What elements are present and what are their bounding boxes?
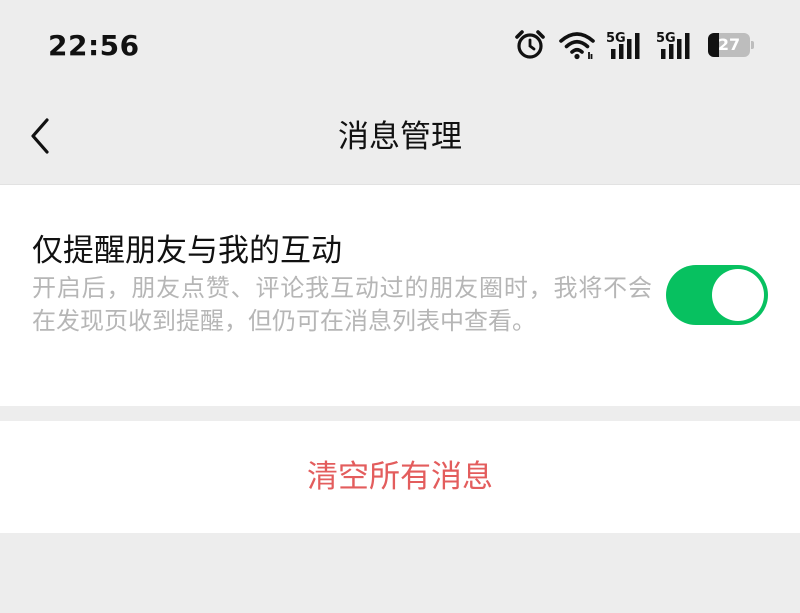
5g-label: 5G	[606, 31, 626, 46]
battery-icon: 27	[708, 33, 754, 57]
setting-title: 仅提醒朋友与我的互动	[32, 233, 342, 269]
battery-level: 27	[717, 35, 741, 54]
clear-messages-button[interactable]: 清空所有消息	[0, 421, 800, 533]
toggle-knob	[712, 269, 764, 321]
clear-messages-label: 清空所有消息	[307, 459, 493, 495]
setting-card: 仅提醒朋友与我的互动 开启后，朋友点赞、评论我互动过的朋友圈时，我将不会在发现页…	[0, 184, 800, 406]
wifi-icon	[558, 30, 596, 60]
5g-signal-icon: 5G	[656, 29, 698, 61]
nav-bar: 消息管理	[0, 90, 800, 184]
status-icons: 5G 5G 27	[514, 27, 754, 63]
5g-label: 5G	[656, 31, 676, 46]
status-time: 22:56	[48, 29, 140, 62]
5g-signal-icon: 5G	[606, 29, 648, 61]
interaction-only-toggle[interactable]	[666, 265, 768, 325]
setting-description: 开启后，朋友点赞、评论我互动过的朋友圈时，我将不会在发现页收到提醒，但仍可在消息…	[32, 274, 652, 335]
alarm-clock-icon	[514, 29, 546, 61]
page-title: 消息管理	[338, 119, 462, 155]
status-bar: 22:56 5G 5G 27	[0, 0, 800, 90]
